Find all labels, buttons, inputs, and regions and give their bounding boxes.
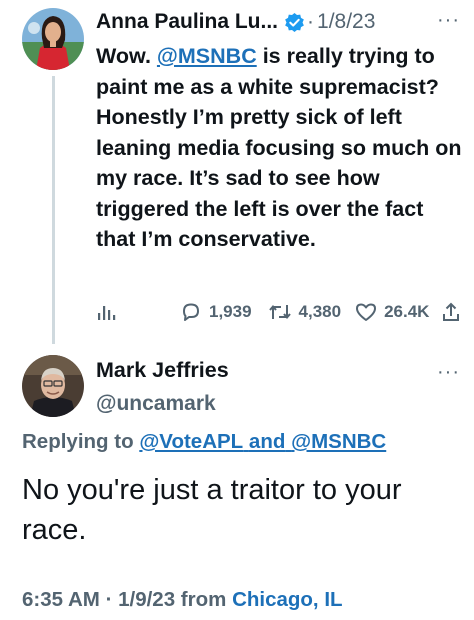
reply-button[interactable]: 1,939	[180, 301, 252, 323]
reply-text: No you're just a traitor to your race.	[22, 474, 402, 546]
reply-date[interactable]: 1/9/23	[118, 588, 175, 611]
tweet-text: Wow. @MSNBC is really trying to paint me…	[96, 41, 468, 255]
retweet-count: 4,380	[298, 302, 342, 321]
reply-metadata: 6:35 AM · 1/9/23 from Chicago, IL	[22, 588, 343, 612]
replier-handle[interactable]: @uncamark	[96, 392, 216, 416]
author-name[interactable]: Anna Paulina Lu...	[96, 10, 278, 34]
tweet-header: Anna Paulina Lu... · 1/8/23	[96, 6, 466, 38]
share-button[interactable]	[441, 301, 461, 323]
author-avatar[interactable]	[22, 8, 84, 70]
reply-time[interactable]: 6:35 AM	[22, 588, 100, 611]
mention-link-msnbc[interactable]: @MSNBC	[157, 44, 257, 68]
replier-name[interactable]: Mark Jeffries	[96, 358, 229, 383]
tweet-text-rest: is really trying to paint me as a white …	[96, 44, 462, 251]
more-options-icon[interactable]: ···	[437, 362, 460, 382]
reply-bubble-icon	[180, 301, 202, 323]
share-icon	[441, 301, 461, 323]
verified-badge-icon	[284, 12, 305, 33]
replying-conjunction: and	[248, 430, 286, 453]
from-label: from	[180, 588, 227, 611]
tweet-date[interactable]: 1/8/23	[317, 10, 375, 34]
mention-link-voteapl[interactable]: @VoteAPL	[139, 430, 243, 453]
views-button[interactable]	[96, 302, 116, 322]
header-separator: ·	[307, 10, 315, 33]
retweet-button[interactable]: 4,380	[268, 302, 342, 322]
analytics-icon	[96, 302, 116, 322]
tweet-text-intro: Wow.	[96, 44, 151, 68]
heart-icon	[355, 302, 377, 322]
retweet-icon	[268, 302, 292, 322]
mention-link-msnbc[interactable]: @MSNBC	[291, 430, 386, 453]
replying-prefix: Replying to	[22, 430, 134, 453]
thread-connector-line	[52, 76, 55, 344]
location-link[interactable]: Chicago, IL	[232, 588, 342, 611]
reply-count: 1,939	[209, 302, 252, 321]
like-count: 26.4K	[384, 302, 430, 321]
replier-avatar[interactable]	[22, 355, 84, 417]
replying-to-line: Replying to @VoteAPL and @MSNBC	[22, 430, 386, 454]
meta-separator: ·	[105, 588, 113, 611]
more-options-icon[interactable]: ···	[437, 10, 460, 30]
tweet-action-bar: 1,939 4,380 26.4K	[96, 298, 466, 326]
like-button[interactable]: 26.4K	[355, 302, 429, 322]
